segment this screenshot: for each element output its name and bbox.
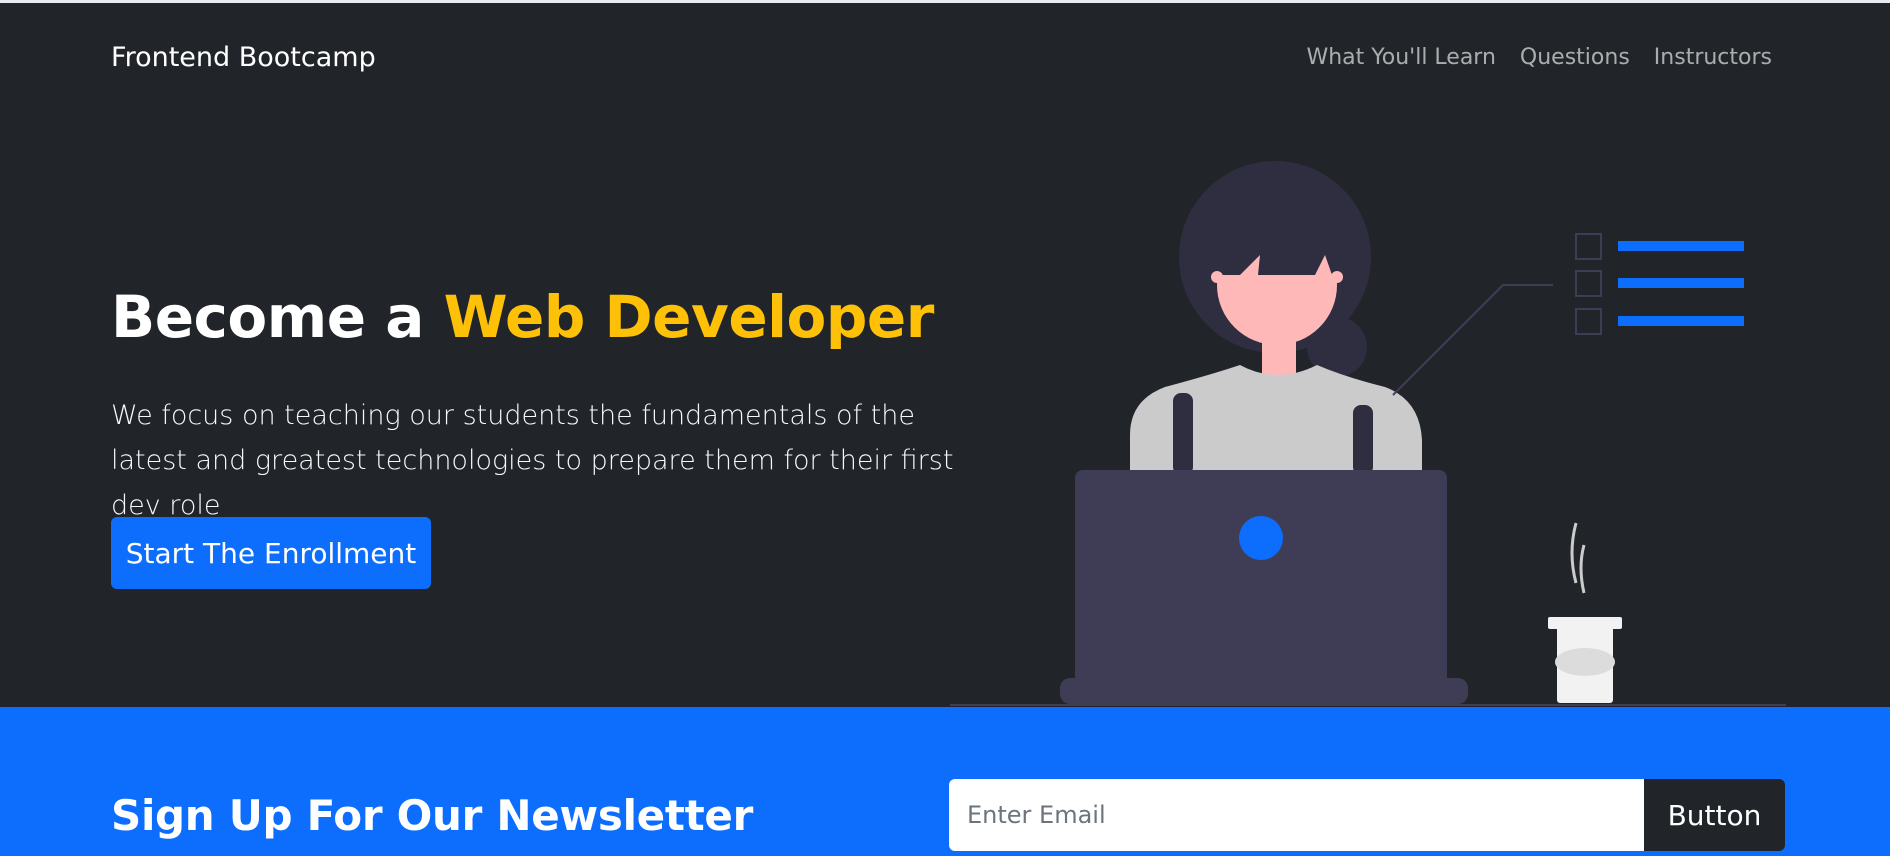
right-strap — [1353, 405, 1373, 475]
checkbox-1 — [1575, 233, 1602, 260]
checklist-bar-3 — [1618, 316, 1744, 326]
email-field[interactable] — [949, 779, 1644, 851]
checkbox-2 — [1575, 270, 1602, 297]
hero-title-prefix: Become a — [111, 283, 444, 351]
newsletter-input-group: Button — [949, 779, 1785, 851]
navbar: Frontend Bootcamp What You'll Learn Ques… — [0, 3, 1890, 115]
start-enrollment-button[interactable]: Start The Enrollment — [111, 517, 431, 589]
hero-title: Become a Web Developer — [111, 288, 934, 346]
laptop-base — [1060, 678, 1468, 704]
newsletter-title: Sign Up For Our Newsletter — [111, 791, 754, 840]
callout-line — [1392, 284, 1553, 396]
brand-logo[interactable]: Frontend Bootcamp — [111, 42, 376, 73]
steam-1 — [1570, 522, 1578, 584]
nav-link-instructors[interactable]: Instructors — [1654, 45, 1772, 70]
woman-at-laptop-illustration — [950, 161, 1786, 706]
nav-link-questions[interactable]: Questions — [1520, 45, 1630, 70]
newsletter-submit-button[interactable]: Button — [1644, 779, 1785, 851]
checklist-bar-1 — [1618, 241, 1744, 251]
checkbox-3 — [1575, 308, 1602, 335]
coffee-sleeve — [1555, 648, 1615, 676]
right-ear — [1331, 271, 1343, 283]
hero-section: Become a Web Developer We focus on teach… — [0, 115, 1890, 707]
coffee-lid — [1548, 617, 1622, 629]
laptop-logo-dot — [1239, 516, 1283, 560]
checklist-bar-2 — [1618, 278, 1744, 288]
laptop-screen — [1075, 470, 1447, 695]
hero-lead: We focus on teaching our students the fu… — [111, 400, 954, 521]
nav-link-learn[interactable]: What You'll Learn — [1306, 45, 1495, 70]
newsletter-section: Sign Up For Our Newsletter Button — [0, 707, 1890, 856]
left-strap — [1173, 393, 1193, 475]
steam-2 — [1579, 544, 1586, 594]
left-ear — [1211, 271, 1223, 283]
hero-title-accent: Web Developer — [443, 283, 935, 351]
nav-links: What You'll Learn Questions Instructors — [1306, 45, 1772, 70]
